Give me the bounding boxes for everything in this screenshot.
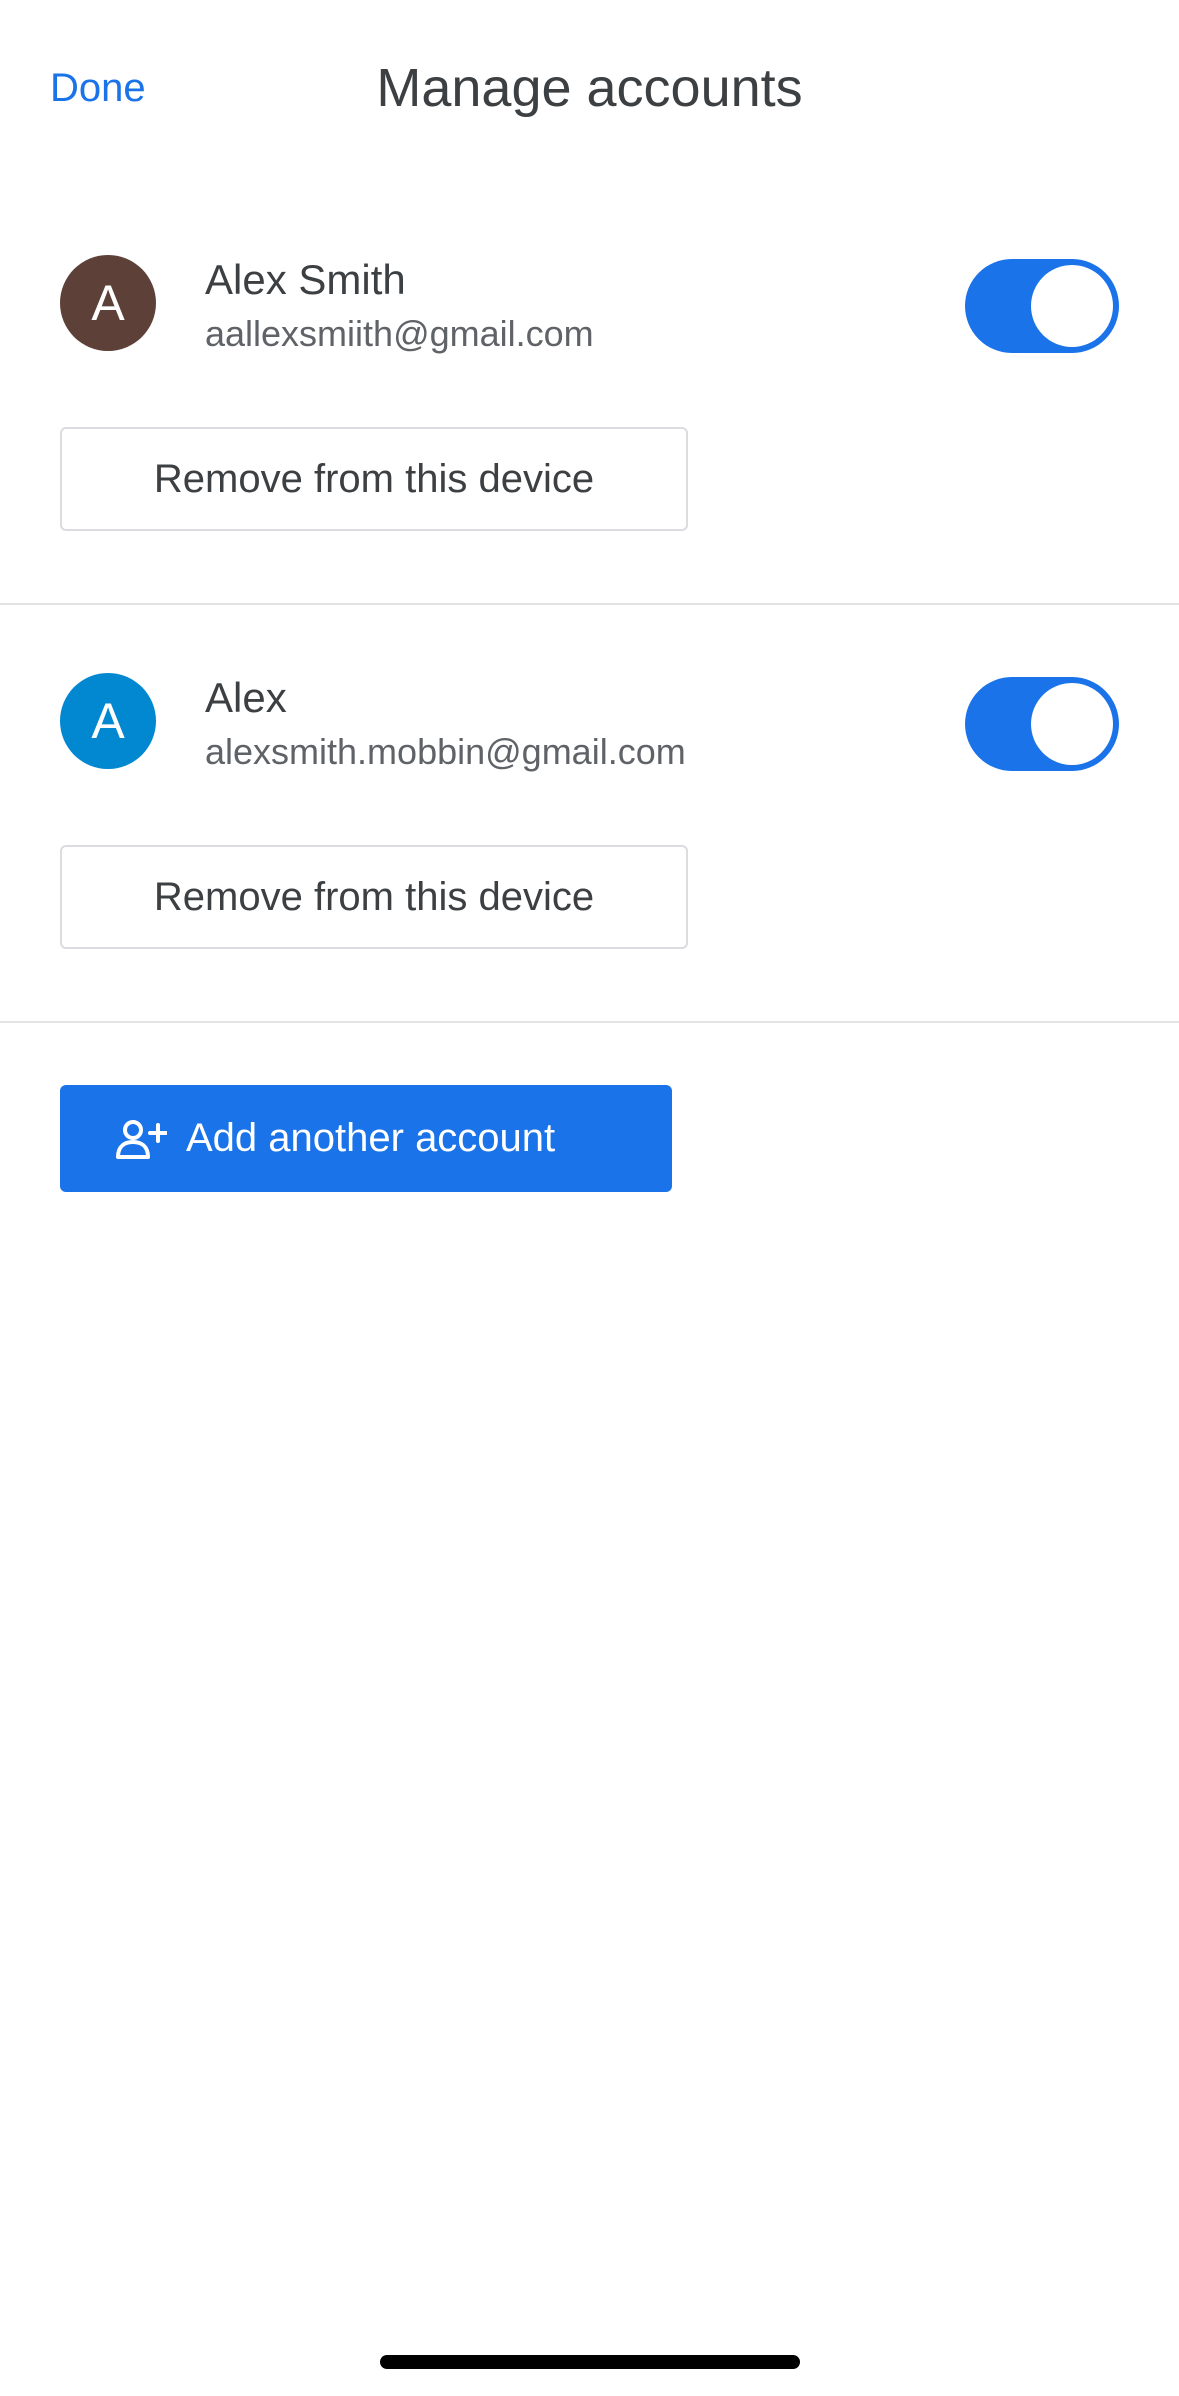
avatar: A (60, 255, 156, 351)
page-title: Manage accounts (376, 58, 803, 118)
add-account-button[interactable]: Add another account (60, 1085, 672, 1192)
account-name: Alex Smith (205, 256, 406, 303)
account-email: alexsmith.mobbin@gmail.com (205, 731, 686, 772)
avatar: A (60, 673, 156, 769)
account-name: Alex (205, 674, 287, 721)
account-toggle[interactable] (965, 259, 1119, 353)
toggle-knob (1031, 683, 1113, 765)
account-item: A Alex Smith aallexsmiith@gmail.com Remo… (0, 185, 1179, 605)
account-item: A Alex alexsmith.mobbin@gmail.com Remove… (0, 603, 1179, 1023)
add-account-label: Add another account (186, 1116, 556, 1160)
remove-from-device-button[interactable]: Remove from this device (60, 427, 688, 531)
remove-from-device-button[interactable]: Remove from this device (60, 845, 688, 949)
toggle-knob (1031, 265, 1113, 347)
person-add-icon (116, 1120, 167, 1159)
header: Done Manage accounts (0, 0, 1179, 180)
home-indicator (380, 2355, 800, 2369)
account-email: aallexsmiith@gmail.com (205, 313, 594, 354)
account-toggle[interactable] (965, 677, 1119, 771)
